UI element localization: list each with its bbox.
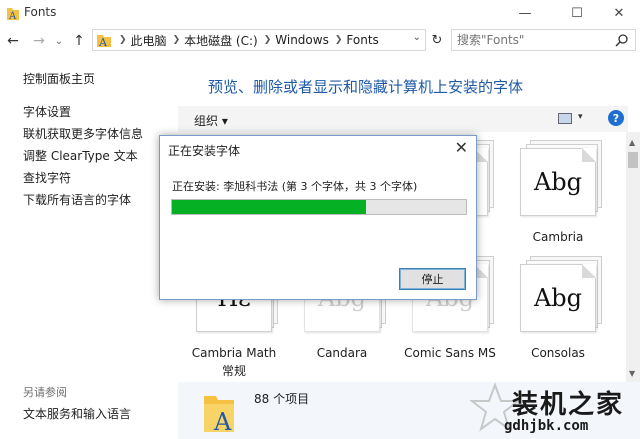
minimize-icon: — [518,5,532,21]
minimize-button[interactable]: — [502,0,548,26]
svg-text:A: A [98,36,108,49]
up-arrow-icon: ↑ [73,33,85,49]
sidebar-download-all-languages[interactable]: 下载所有语言的字体 [23,191,131,208]
search-box[interactable] [451,29,636,51]
font-tile[interactable]: Abg [520,256,606,332]
see-also-heading: 另请参阅 [23,386,67,399]
vertical-scrollbar[interactable]: ▲ ▼ [626,132,640,382]
font-name: Candara [316,346,368,360]
page-title: 预览、删除或者显示和隐藏计算机上安装的字体 [208,78,524,96]
sidebar-find-character[interactable]: 查找字符 [23,169,71,186]
fonts-folder-icon: A [204,396,234,434]
dialog-title: 正在安装字体 [168,144,241,158]
font-name: Cambria Math [191,346,277,360]
install-status-text: 正在安装: 李旭科书法 (第 3 个字体，共 3 个字体) [172,180,418,193]
sidebar: 控制面板主页 字体设置 联机获取更多字体信息 调整 ClearType 文本 查… [0,58,178,439]
sidebar-text-services[interactable]: 文本服务和输入语言 [23,405,131,422]
scroll-down-icon[interactable]: ▼ [629,369,635,378]
close-button[interactable]: ✕ [596,0,640,26]
recent-locations-button[interactable]: ⌄ [50,32,68,50]
svg-text:A: A [213,408,232,434]
font-name: Comic Sans MS [404,346,496,360]
maximize-icon: ☐ [571,5,583,21]
installing-fonts-dialog: 正在安装字体 ✕ 正在安装: 李旭科书法 (第 3 个字体，共 3 个字体) 停… [159,135,477,300]
breadcrumb-separator: ❯ [172,35,181,45]
font-sample: Abg [533,284,583,312]
refresh-button[interactable]: ↻ [428,31,446,49]
font-tile[interactable]: Abg [520,140,606,216]
watermark-text: 装机之家 [512,390,625,420]
item-count: 88 个项目 [254,392,310,406]
font-sample: Abg [533,168,583,196]
breadcrumb-this-pc[interactable]: 此电脑 [131,32,167,49]
window-title: Fonts [24,5,57,19]
breadcrumb-windows[interactable]: Windows [275,33,329,47]
svg-text:A: A [8,11,17,21]
breadcrumb-separator: ❯ [263,35,272,45]
breadcrumb-separator: ❯ [334,35,343,45]
watermark-url: gdhjbk.com [504,418,589,434]
sidebar-control-panel-home[interactable]: 控制面板主页 [23,70,95,87]
address-dropdown-icon[interactable]: ⌄ [413,32,421,43]
up-button[interactable]: ↑ [70,32,88,50]
sidebar-font-settings[interactable]: 字体设置 [23,103,71,120]
breadcrumb-separator: ❯ [119,35,127,45]
font-style: 常规 [221,364,246,378]
forward-arrow-icon: → [33,33,45,49]
fonts-window: A Fonts — ☐ ✕ ← → ⌄ ↑ A ❯ 此电脑 ❯ 本地磁盘 (C:… [0,0,640,439]
dialog-close-button[interactable]: ✕ [455,138,468,157]
organize-button[interactable]: 组织 ▾ [194,112,228,129]
maximize-button[interactable]: ☐ [554,0,600,26]
font-name: Cambria [532,230,584,244]
search-icon [615,34,628,47]
sidebar-adjust-cleartype[interactable]: 调整 ClearType 文本 [23,147,138,164]
font-name: Consolas [531,346,585,360]
breadcrumb-local-disk[interactable]: 本地磁盘 (C:) [184,32,258,49]
sidebar-get-more-fonts-online[interactable]: 联机获取更多字体信息 [23,125,143,142]
chevron-down-icon: ⌄ [54,35,64,47]
scroll-thumb[interactable] [628,152,638,168]
fonts-folder-icon: A [7,8,19,21]
search-input[interactable] [457,33,607,47]
back-arrow-icon: ← [7,33,19,49]
fonts-folder-icon: A [97,35,111,49]
forward-button[interactable]: → [30,32,48,50]
title-bar: A Fonts — ☐ ✕ [0,0,640,26]
progress-fill [172,200,367,214]
install-progress-bar [171,199,467,215]
close-icon: ✕ [613,5,625,21]
breadcrumb-fonts[interactable]: Fonts [346,33,378,47]
command-bar: 组织 ▾ ▾ ? [178,106,628,132]
help-icon[interactable]: ? [608,110,624,126]
view-icon[interactable] [558,113,572,124]
back-button[interactable]: ← [4,32,22,50]
scroll-up-icon[interactable]: ▲ [629,138,635,147]
view-dropdown-icon[interactable]: ▾ [578,112,583,122]
address-bar[interactable]: A ❯ 此电脑 ❯ 本地磁盘 (C:) ❯ Windows ❯ Fonts ⌄ [92,29,426,51]
refresh-icon: ↻ [431,32,443,48]
stop-button[interactable]: 停止 [399,268,466,290]
